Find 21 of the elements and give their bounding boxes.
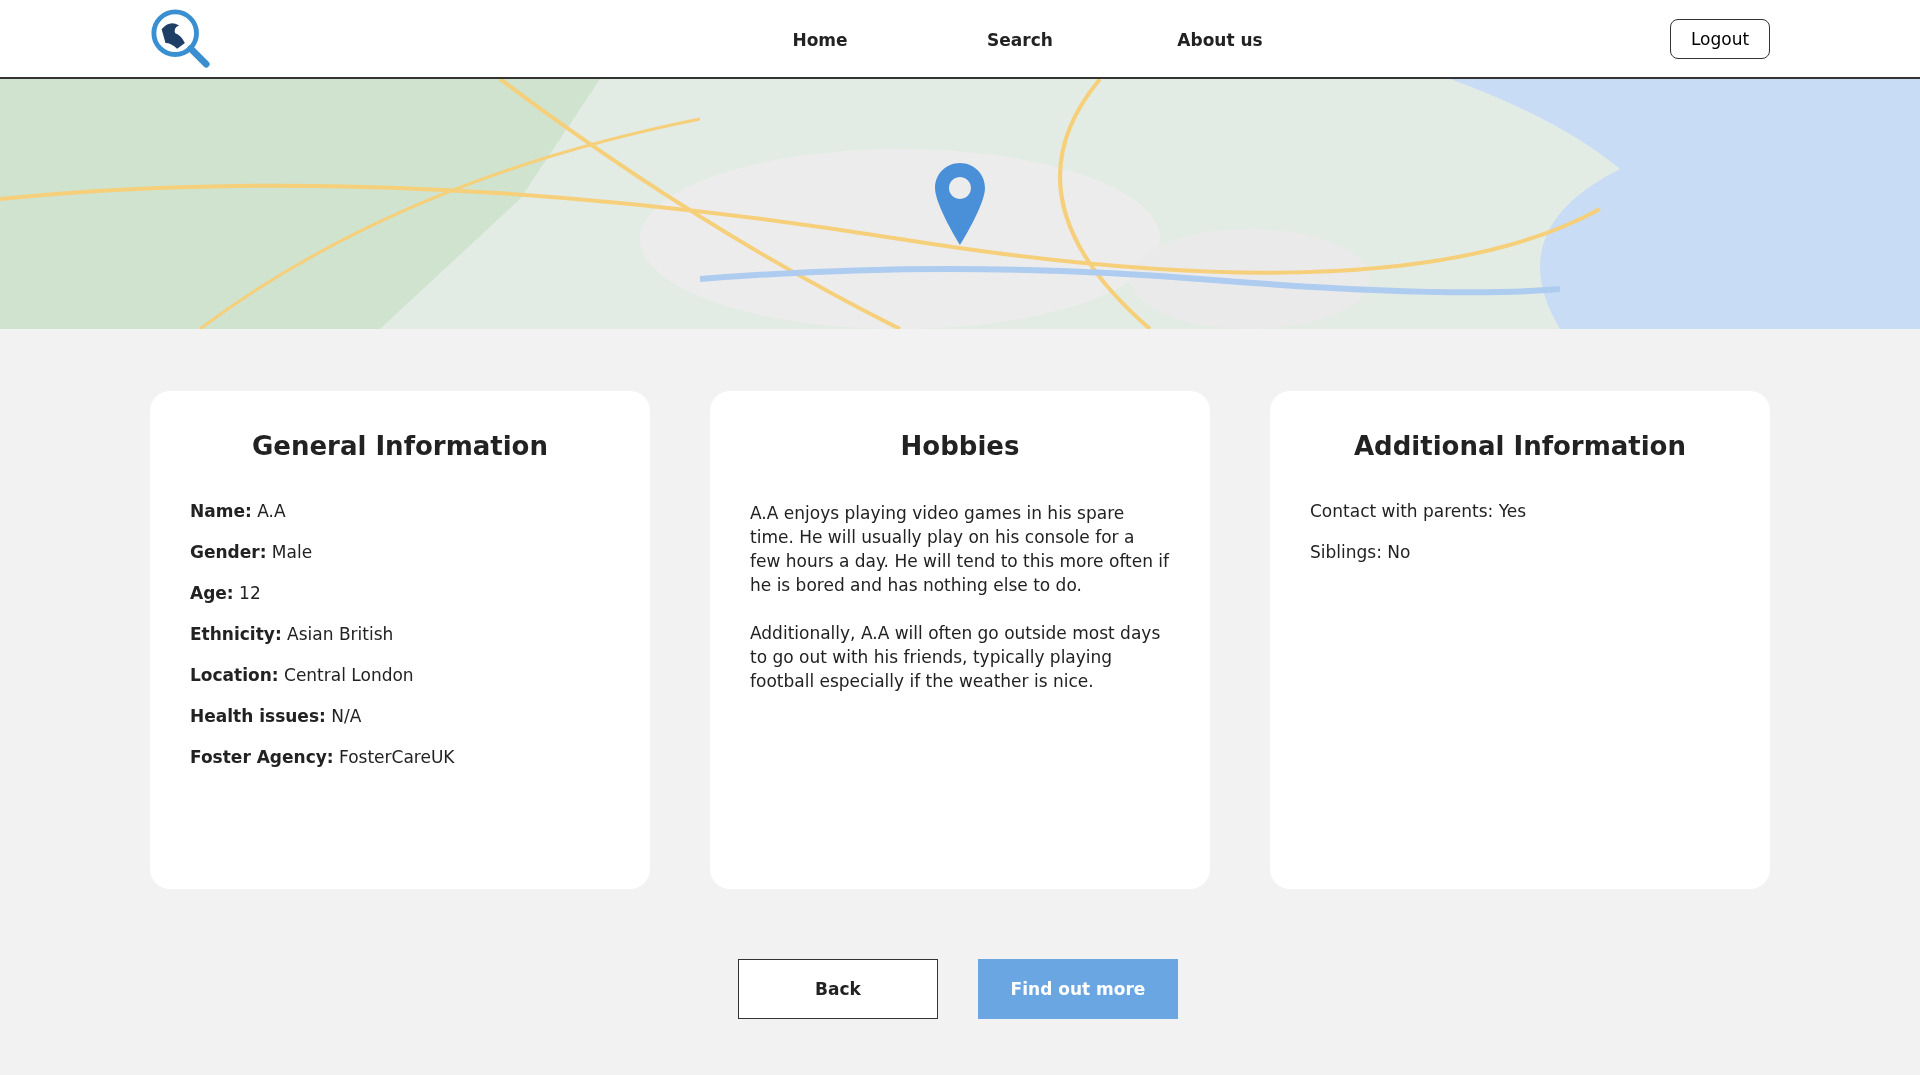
card-title: Additional Information (1353, 431, 1687, 461)
map-pin-icon (935, 163, 985, 245)
logout-button[interactable]: Logout (1670, 18, 1770, 59)
hobby-paragraph: A.A enjoys playing video games in his spare time. He will usually play on his console for a few hours a day. He will tend to this more often if he is bored and has nothing else to do. (750, 502, 1170, 597)
info-field: Foster Agency: FosterCareUK (190, 747, 610, 767)
info-field: Health issues: N/A (190, 706, 610, 726)
hobby-paragraph: Additionally, A.A will often go outside most days to go out with his friends, typically playing football especially if the weather is nice. (750, 622, 1162, 693)
info-field: Name: A.A (190, 501, 610, 521)
card-title: General Information (251, 431, 549, 461)
nav-link[interactable]: Home (720, 29, 920, 50)
info-field: Gender: Male (190, 542, 610, 562)
info-field: Age: 12 (190, 583, 610, 603)
info-field: Ethnicity: Asian British (190, 624, 610, 644)
card-title: Hobbies (899, 431, 1021, 461)
info-field: Location: Central London (190, 665, 610, 685)
info-line: Contact with parents: Yes (1310, 501, 1528, 521)
magnifier-logo-icon[interactable] (150, 7, 212, 70)
nav-link[interactable]: About us (1120, 29, 1320, 50)
info-line: Siblings: No (1310, 542, 1412, 562)
nav-link[interactable]: Search (920, 29, 1120, 50)
back-button[interactable]: Back (738, 959, 938, 1019)
